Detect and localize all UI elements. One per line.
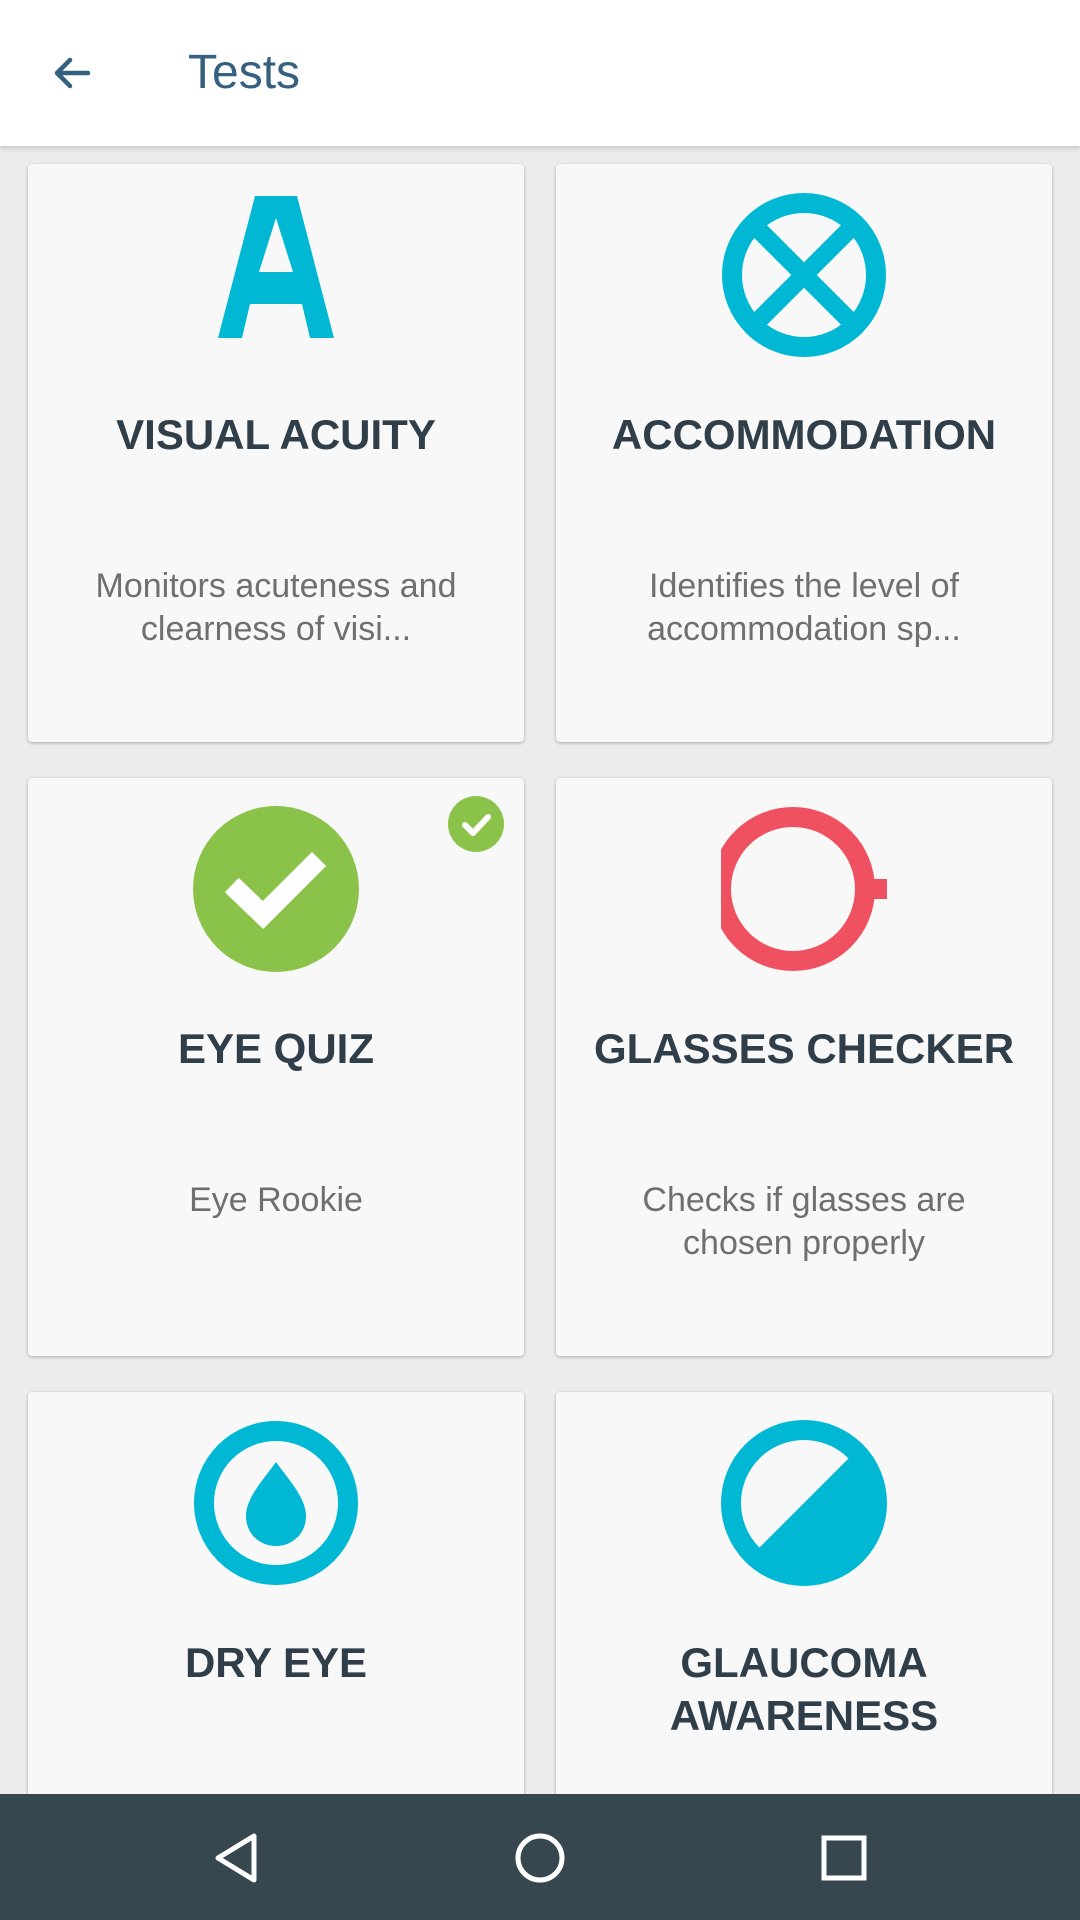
tests-list[interactable]: VISUAL ACUITY Monitors acuteness and cle… <box>0 146 1080 1794</box>
test-card-dry-eye[interactable]: DRY EYE <box>28 1392 524 1794</box>
test-title: ACCOMMODATION <box>611 411 997 458</box>
check-circle-icon <box>193 806 359 972</box>
test-title: EYE QUIZ <box>177 1025 375 1072</box>
circle-home-icon <box>515 1833 565 1883</box>
tests-grid: VISUAL ACUITY Monitors acuteness and cle… <box>28 164 1052 1794</box>
test-title: DRY EYE <box>184 1639 368 1686</box>
test-card-glasses-checker[interactable]: GLASSES CHECKER Checks if glasses are ch… <box>556 778 1052 1356</box>
test-title: GLAUCOMA AWARENESS <box>669 1639 939 1739</box>
page-title: Tests <box>188 46 301 99</box>
test-description: Eye Rookie <box>189 1181 363 1219</box>
circle-cross-icon <box>721 192 887 358</box>
triangle-back-icon <box>215 1833 257 1883</box>
test-card-accommodation[interactable]: ACCOMMODATION Identifies the level of ac… <box>556 164 1052 742</box>
test-title: VISUAL ACUITY <box>116 411 436 458</box>
test-description: Checks if glasses are chosen properly <box>642 1181 966 1262</box>
test-description: Monitors acuteness and clearness of visi… <box>95 567 457 648</box>
test-card-glaucoma-awareness[interactable]: GLAUCOMA AWARENESS <box>556 1392 1052 1794</box>
system-nav-bar <box>0 1794 1080 1920</box>
test-description: Identifies the level of accommodation sp… <box>647 567 961 648</box>
ring-tab-icon <box>721 806 887 972</box>
test-title: GLASSES CHECKER <box>593 1025 1015 1072</box>
test-card-eye-quiz[interactable]: EYE QUIZ Eye Rookie <box>28 778 524 1356</box>
half-filled-circle-icon <box>721 1420 887 1586</box>
back-button[interactable] <box>34 37 110 109</box>
nav-back-button[interactable] <box>204 1826 268 1890</box>
nav-home-button[interactable] <box>508 1826 572 1890</box>
app-bar: Tests <box>0 0 1080 146</box>
square-recents-icon <box>821 1835 867 1881</box>
arrow-left-icon <box>54 57 91 89</box>
water-drop-ring-icon <box>193 1420 359 1586</box>
completed-check-icon <box>448 796 504 852</box>
letter-a-icon <box>193 192 359 358</box>
nav-recents-button[interactable] <box>812 1826 876 1890</box>
test-card-visual-acuity[interactable]: VISUAL ACUITY Monitors acuteness and cle… <box>28 164 524 742</box>
